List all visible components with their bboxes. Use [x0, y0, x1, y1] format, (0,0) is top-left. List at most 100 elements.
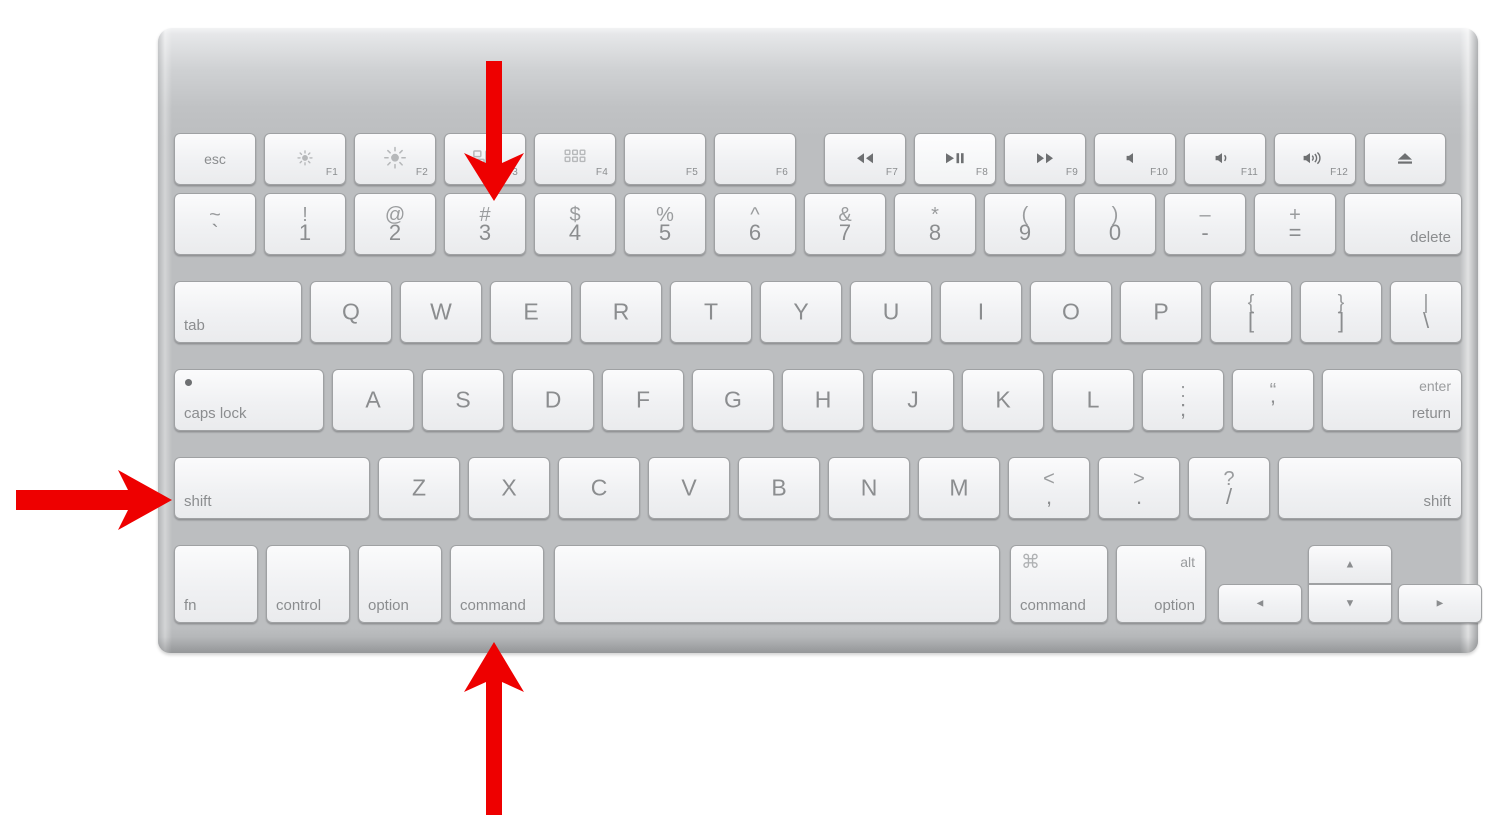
key-8[interactable]: * 8 [894, 193, 976, 255]
key-z[interactable]: Z [378, 457, 460, 519]
key-e[interactable]: E [490, 281, 572, 343]
key-f6[interactable]: F6 [714, 133, 796, 185]
key-h-label: H [814, 386, 832, 413]
key-v-label: V [681, 474, 697, 501]
key-v[interactable]: V [648, 457, 730, 519]
key-space[interactable] [554, 545, 1000, 623]
key-eject[interactable] [1364, 133, 1446, 185]
key-q[interactable]: Q [310, 281, 392, 343]
key-arrow-left[interactable]: ◄ [1218, 584, 1302, 623]
key-f1[interactable]: F1 [264, 133, 346, 185]
key-x[interactable]: X [468, 457, 550, 519]
key-f7[interactable]: F7 [824, 133, 906, 185]
key-2[interactable]: @ 2 [354, 193, 436, 255]
key-left-bracket-lower: [ [1247, 307, 1255, 333]
key-m[interactable]: M [918, 457, 1000, 519]
key-y[interactable]: Y [760, 281, 842, 343]
key-return-enter-label: enter [1419, 378, 1451, 394]
key-f8[interactable]: F8 [914, 133, 996, 185]
key-left-shift[interactable]: shift [174, 457, 370, 519]
key-right-command[interactable]: ⌘ command [1010, 545, 1108, 623]
key-f9[interactable]: F9 [1004, 133, 1086, 185]
key-7[interactable]: & 7 [804, 193, 886, 255]
key-fn[interactable]: fn [174, 545, 258, 623]
key-equals[interactable]: + = [1254, 193, 1336, 255]
key-k[interactable]: K [962, 369, 1044, 431]
key-6[interactable]: ^ 6 [714, 193, 796, 255]
key-s[interactable]: S [422, 369, 504, 431]
key-f7-fkey-label: F7 [885, 167, 898, 178]
key-t[interactable]: T [670, 281, 752, 343]
key-3[interactable]: # 3 [444, 193, 526, 255]
key-return[interactable]: enter return [1322, 369, 1462, 431]
key-5[interactable]: % 5 [624, 193, 706, 255]
key-l-label: L [1086, 386, 1100, 413]
key-caps-lock[interactable]: caps lock [174, 369, 324, 431]
key-f3-fkey-label: F3 [505, 167, 518, 178]
key-left-shift-label: shift [184, 493, 212, 510]
launchpad-icon [535, 148, 615, 168]
key-esc[interactable]: esc [174, 133, 256, 185]
key-slash[interactable]: ? / [1188, 457, 1270, 519]
key-h[interactable]: H [782, 369, 864, 431]
key-f2[interactable]: F2 [354, 133, 436, 185]
key-u[interactable]: U [850, 281, 932, 343]
key-f12[interactable]: F12 [1274, 133, 1356, 185]
key-arrow-down[interactable]: ▼ [1308, 584, 1392, 623]
key-o[interactable]: O [1030, 281, 1112, 343]
key-1[interactable]: ! 1 [264, 193, 346, 255]
key-c[interactable]: C [558, 457, 640, 519]
key-f3[interactable]: F3 [444, 133, 526, 185]
key-semicolon[interactable]: : ; [1142, 369, 1224, 431]
key-c-label: C [590, 474, 608, 501]
caps-lock-indicator-icon [185, 379, 192, 386]
key-f4[interactable]: F4 [534, 133, 616, 185]
key-f10[interactable]: F10 [1094, 133, 1176, 185]
key-right-command-label: command [1020, 597, 1086, 614]
key-n[interactable]: N [828, 457, 910, 519]
key-i[interactable]: I [940, 281, 1022, 343]
key-f5[interactable]: F5 [624, 133, 706, 185]
key-tab[interactable]: tab [174, 281, 302, 343]
key-b[interactable]: B [738, 457, 820, 519]
fast-forward-icon [1005, 150, 1085, 166]
key-d[interactable]: D [512, 369, 594, 431]
key-w[interactable]: W [400, 281, 482, 343]
key-left-control[interactable]: control [266, 545, 350, 623]
keyboard-body: esc F1 F2 F3 F4 F5 F6 F7 F8 F9 F10 F11 F… [158, 28, 1482, 653]
key-k-label: K [995, 386, 1011, 413]
key-0[interactable]: ) 0 [1074, 193, 1156, 255]
key-9[interactable]: ( 9 [984, 193, 1066, 255]
key-backslash[interactable]: | \ [1390, 281, 1462, 343]
key-arrow-up[interactable]: ▲ [1308, 545, 1392, 584]
key-minus[interactable]: – - [1164, 193, 1246, 255]
key-comma[interactable]: < , [1008, 457, 1090, 519]
key-r[interactable]: R [580, 281, 662, 343]
key-arrow-right[interactable]: ► [1398, 584, 1482, 623]
key-left-command[interactable]: command [450, 545, 544, 623]
key-left-option[interactable]: option [358, 545, 442, 623]
key-z-label: Z [411, 474, 427, 501]
key-right-shift[interactable]: shift [1278, 457, 1462, 519]
key-q-label: Q [342, 298, 360, 325]
key-right-bracket[interactable]: } ] [1300, 281, 1382, 343]
key-p[interactable]: P [1120, 281, 1202, 343]
key-f5-fkey-label: F5 [685, 167, 698, 178]
key-right-bracket-lower: ] [1337, 307, 1345, 333]
key-f[interactable]: F [602, 369, 684, 431]
key-left-bracket[interactable]: { [ [1210, 281, 1292, 343]
key-f11-fkey-label: F11 [1240, 167, 1258, 178]
key-delete[interactable]: delete [1344, 193, 1462, 255]
key-g-label: G [724, 386, 742, 413]
key-right-option[interactable]: alt option [1116, 545, 1206, 623]
key-backtick[interactable]: ~ ` [174, 193, 256, 255]
key-quote[interactable]: “ ’ [1232, 369, 1314, 431]
key-f11[interactable]: F11 [1184, 133, 1266, 185]
key-g[interactable]: G [692, 369, 774, 431]
key-period[interactable]: > . [1098, 457, 1180, 519]
volume-down-icon [1185, 150, 1265, 166]
key-a[interactable]: A [332, 369, 414, 431]
key-j[interactable]: J [872, 369, 954, 431]
key-l[interactable]: L [1052, 369, 1134, 431]
key-4[interactable]: $ 4 [534, 193, 616, 255]
